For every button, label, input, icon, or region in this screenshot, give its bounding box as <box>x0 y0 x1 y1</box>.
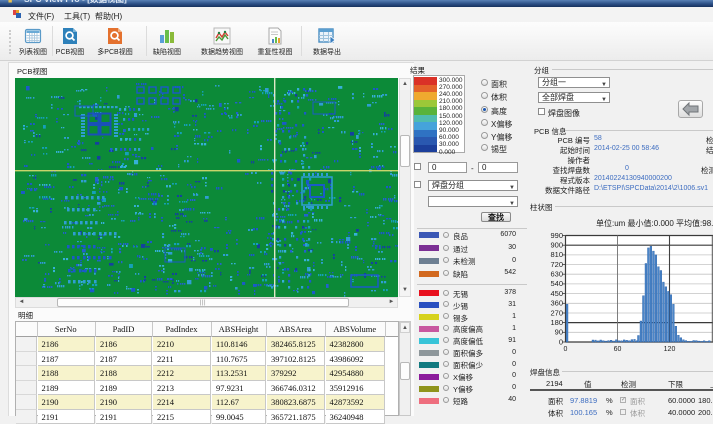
svg-text:900: 900 <box>550 241 563 250</box>
svg-text:450: 450 <box>550 289 563 298</box>
svg-text:270: 270 <box>550 308 563 317</box>
svg-text:810: 810 <box>550 250 563 259</box>
svg-text:630: 630 <box>550 270 563 279</box>
svg-text:720: 720 <box>550 260 563 269</box>
svg-text:540: 540 <box>550 279 563 288</box>
svg-text:0: 0 <box>559 337 563 346</box>
svg-text:990: 990 <box>550 231 563 240</box>
svg-text:90: 90 <box>555 328 563 337</box>
svg-text:360: 360 <box>550 299 563 308</box>
svg-text:60: 60 <box>614 346 622 353</box>
svg-text:0: 0 <box>564 346 568 353</box>
svg-text:120: 120 <box>664 346 676 353</box>
svg-text:180: 180 <box>550 318 563 327</box>
